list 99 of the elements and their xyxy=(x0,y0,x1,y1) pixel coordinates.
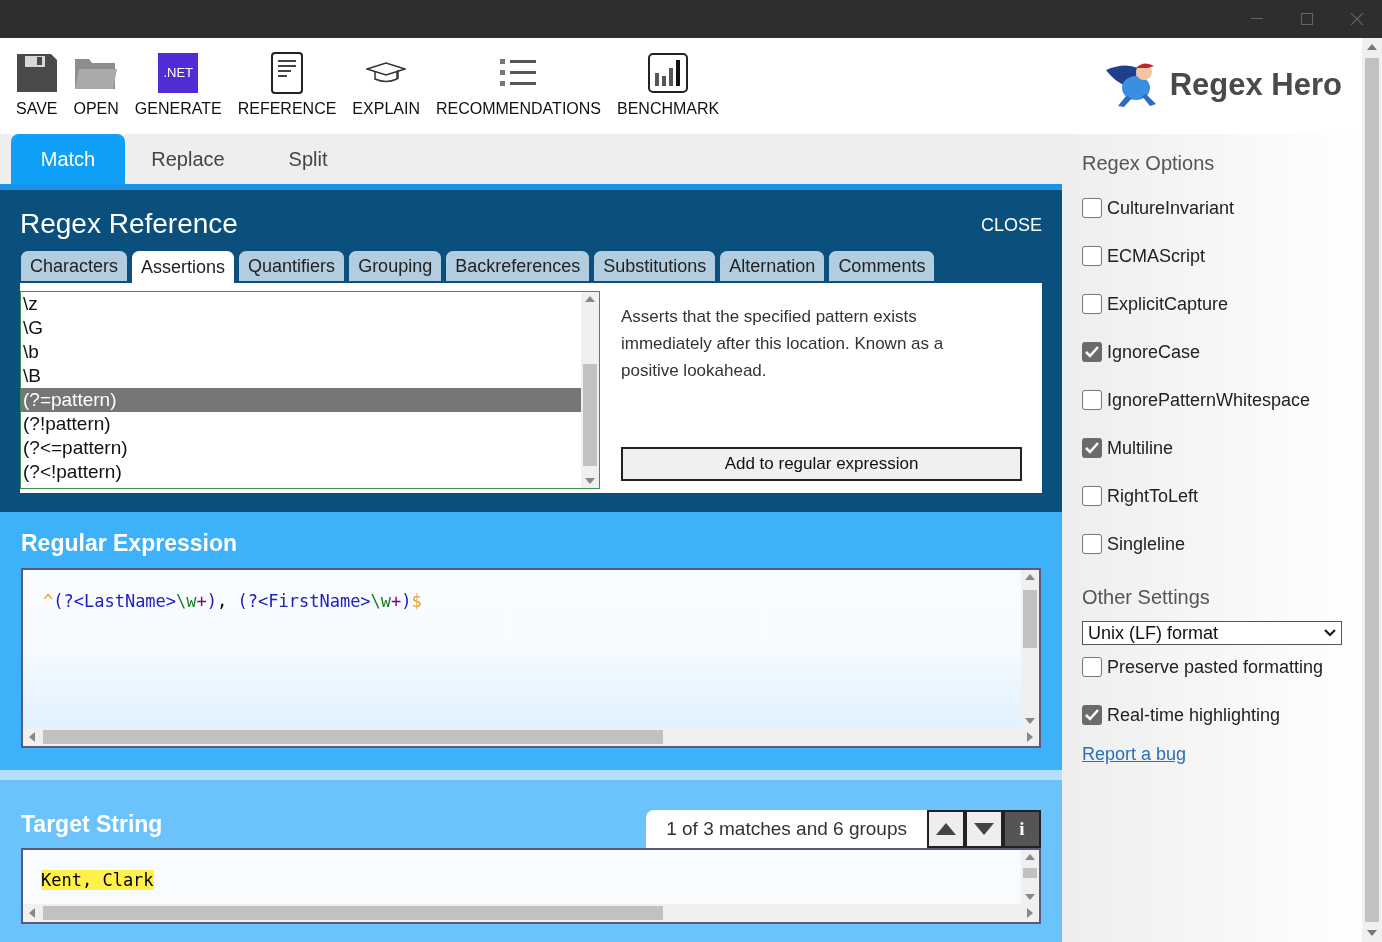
option-label: RightToLeft xyxy=(1107,484,1199,508)
checkbox[interactable] xyxy=(1082,342,1102,362)
checkbox[interactable] xyxy=(1082,705,1102,725)
report-bug-link[interactable]: Report a bug xyxy=(1082,741,1187,768)
checkbox[interactable] xyxy=(1082,486,1102,506)
option-label: IgnorePatternWhitespace xyxy=(1107,388,1311,412)
toolbar-button[interactable]: REFERENCE xyxy=(237,52,337,117)
scroll-down-arrow-icon[interactable] xyxy=(1367,930,1377,936)
scroll-up-arrow-icon[interactable] xyxy=(1025,854,1035,860)
reference-tab[interactable]: Quantifiers xyxy=(239,251,345,281)
graduation-cap-icon xyxy=(366,62,407,84)
option-label: Real-time highlighting xyxy=(1107,703,1281,727)
reference-tab[interactable]: Comments xyxy=(829,251,935,281)
scrollbar-thumb[interactable] xyxy=(43,730,663,744)
maximize-icon[interactable] xyxy=(1301,13,1313,25)
reference-list-item[interactable]: (?<=pattern) xyxy=(21,436,581,460)
reference-tab[interactable]: Substitutions xyxy=(594,251,716,281)
document-icon xyxy=(271,52,303,94)
scroll-up-arrow-icon[interactable] xyxy=(1367,44,1377,50)
bar-chart-icon xyxy=(648,53,689,93)
close-icon[interactable] xyxy=(1351,13,1363,25)
option-label: Preserve pasted formatting xyxy=(1107,655,1324,679)
vertical-scrollbar[interactable] xyxy=(581,292,599,488)
horizontal-scrollbar[interactable] xyxy=(23,728,1039,746)
checkbox[interactable] xyxy=(1082,294,1102,314)
reference-list-item[interactable]: (?<!pattern) xyxy=(21,460,581,484)
page-scrollbar[interactable] xyxy=(1362,38,1382,942)
regex-code: ^(?<LastName>\w+), (?<FirstName>\w+)$ xyxy=(43,591,422,611)
reference-list-item[interactable]: (?=pattern) xyxy=(21,388,581,412)
checkbox[interactable] xyxy=(1082,534,1102,554)
scroll-left-arrow-icon[interactable] xyxy=(29,908,35,918)
format-select[interactable]: Unix (LF) format xyxy=(1082,621,1342,645)
reference-tab[interactable]: Grouping xyxy=(349,251,442,281)
horizontal-scrollbar[interactable] xyxy=(23,904,1039,922)
add-button[interactable]: Add to regular expression xyxy=(621,447,1022,481)
toolbar-button[interactable]: .NET GENERATE xyxy=(134,52,222,117)
checkbox[interactable] xyxy=(1082,246,1102,266)
mode-tab[interactable]: Split xyxy=(251,134,365,184)
scroll-up-arrow-icon[interactable] xyxy=(585,296,595,302)
vertical-scrollbar[interactable] xyxy=(1021,850,1039,904)
checkbox[interactable] xyxy=(1082,438,1102,458)
info-button[interactable]: i xyxy=(1003,810,1041,848)
section-title: Target String xyxy=(21,813,163,836)
close-link[interactable]: CLOSE xyxy=(980,212,1042,239)
app-title: Regex Hero xyxy=(1169,65,1342,104)
option-label: Singleline xyxy=(1107,532,1186,556)
reference-list[interactable]: \z \G \b \B (?=pattern) (?!pattern) (?<=pattern) (?<!pattern) xyxy=(20,291,600,489)
scrollbar-thumb[interactable] xyxy=(1365,58,1379,922)
reference-list-item[interactable]: (?!pattern) xyxy=(21,412,581,436)
scroll-down-arrow-icon[interactable] xyxy=(1025,718,1035,724)
option-label: CultureInvariant xyxy=(1107,196,1235,220)
reference-list-item[interactable]: \z xyxy=(21,292,581,316)
list-icon xyxy=(500,58,537,88)
reference-tab[interactable]: Characters xyxy=(21,251,128,281)
match-status: 1 of 3 matches and 6 groups xyxy=(646,810,927,848)
scroll-right-arrow-icon[interactable] xyxy=(1027,908,1033,918)
mode-tab[interactable]: Replace xyxy=(131,134,245,184)
reference-tab[interactable]: Assertions xyxy=(132,251,235,283)
checkbox[interactable] xyxy=(1082,198,1102,218)
scroll-right-arrow-icon[interactable] xyxy=(1027,732,1033,742)
toolbar-button[interactable]: BENCHMARK xyxy=(617,52,720,117)
reference-list-item[interactable]: \G xyxy=(21,316,581,340)
chevron-down-icon xyxy=(1324,629,1336,637)
up-triangle-icon xyxy=(936,823,956,835)
toolbar-button[interactable]: EXPLAIN xyxy=(352,52,420,117)
scrollbar-thumb[interactable] xyxy=(583,364,597,466)
vertical-scrollbar[interactable] xyxy=(1021,570,1039,728)
settings-heading: Other Settings xyxy=(1082,585,1211,610)
option-label: Multiline xyxy=(1107,436,1174,460)
previous-match-button[interactable] xyxy=(927,810,965,848)
description-text: Asserts that the specified pattern exists immediately after this location. Known as a positive lookahead. xyxy=(621,306,945,382)
toolbar-button[interactable]: RECOMMENDATIONS xyxy=(435,52,601,117)
option-label: IgnoreCase xyxy=(1107,340,1201,364)
minimize-icon[interactable] xyxy=(1251,18,1263,20)
options-heading: Regex Options xyxy=(1082,151,1216,176)
checkbox[interactable] xyxy=(1082,657,1102,677)
option-label: ExplicitCapture xyxy=(1107,292,1229,316)
scrollbar-thumb[interactable] xyxy=(1023,590,1037,648)
target-editor[interactable]: Kent, Clark xyxy=(21,848,1041,924)
toolbar-button[interactable]: OPEN xyxy=(73,52,119,117)
scrollbar-thumb[interactable] xyxy=(1023,868,1037,878)
checkbox[interactable] xyxy=(1082,390,1102,410)
toolbar-button[interactable]: SAVE xyxy=(16,52,58,117)
next-match-button[interactable] xyxy=(965,810,1003,848)
regex-editor[interactable]: ^(?<LastName>\w+), (?<FirstName>\w+)$ xyxy=(21,568,1041,748)
scroll-down-arrow-icon[interactable] xyxy=(585,478,595,484)
down-triangle-icon xyxy=(974,823,994,835)
scroll-down-arrow-icon[interactable] xyxy=(1025,894,1035,900)
reference-list-item[interactable]: \B xyxy=(21,364,581,388)
reference-tab[interactable]: Alternation xyxy=(720,251,825,281)
dotnet-badge: .NET xyxy=(158,53,199,93)
option-label: ECMAScript xyxy=(1107,244,1205,268)
scroll-left-arrow-icon[interactable] xyxy=(29,732,35,742)
scrollbar-thumb[interactable] xyxy=(43,906,663,920)
reference-tab[interactable]: Backreferences xyxy=(446,251,590,281)
section-title: Regular Expression xyxy=(21,532,239,555)
scroll-up-arrow-icon[interactable] xyxy=(1025,574,1035,580)
reference-list-item[interactable]: \b xyxy=(21,340,581,364)
panel-title: Regex Reference xyxy=(20,210,238,238)
